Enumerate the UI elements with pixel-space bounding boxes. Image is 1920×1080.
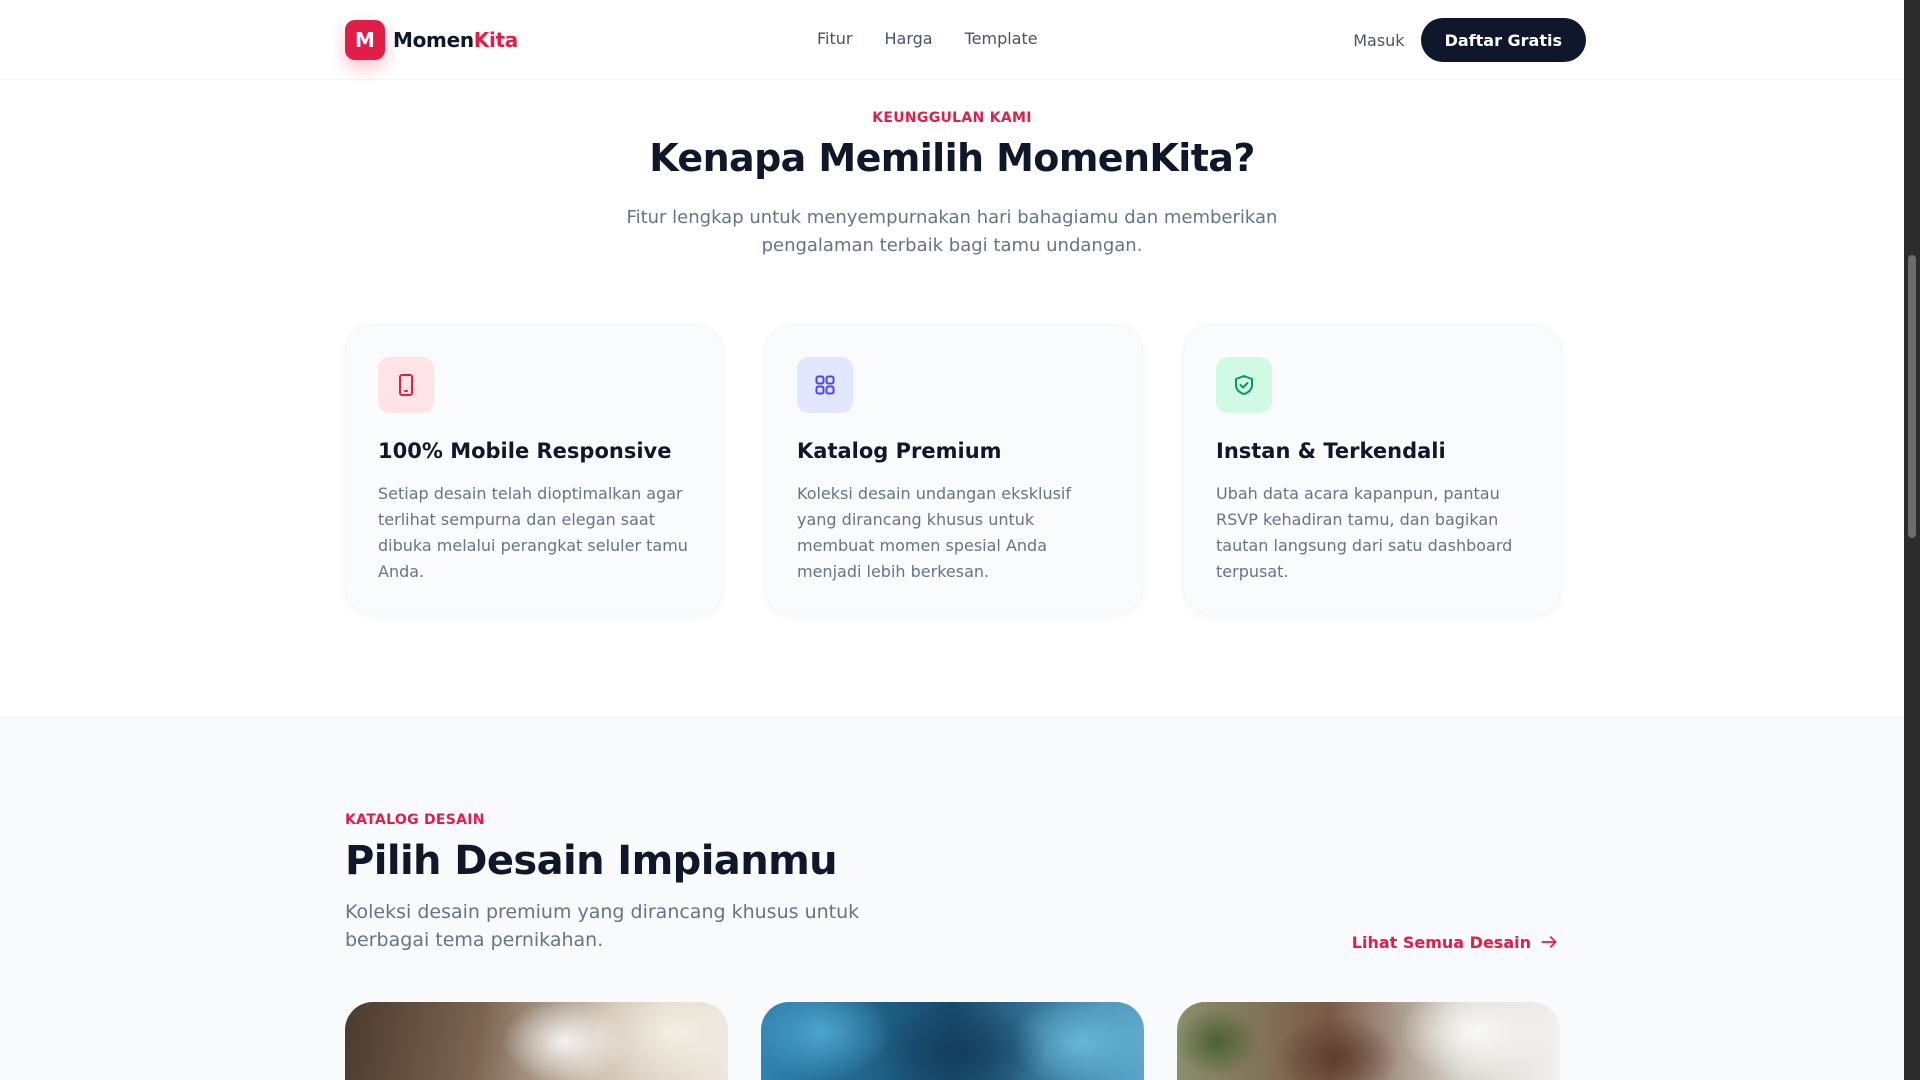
smartphone-icon — [378, 357, 434, 413]
nav-links: Fitur Harga Template — [817, 29, 1038, 48]
navbar: M MomenKita Fitur Harga Template Masuk D… — [0, 0, 1904, 80]
features-title: Kenapa Memilih MomenKita? — [649, 136, 1255, 180]
brand-name-part2: Kita — [473, 28, 519, 52]
design-card-image[interactable] — [1177, 1002, 1560, 1080]
nav-link-template[interactable]: Template — [965, 29, 1038, 48]
design-card-image[interactable] — [761, 1002, 1144, 1080]
shield-check-icon — [1216, 357, 1272, 413]
nav-actions: Masuk Daftar Gratis — [1353, 18, 1586, 62]
feature-card-desc: Koleksi desain undangan eksklusif yang d… — [797, 484, 1071, 581]
catalog-section: KATALOG DESAIN Pilih Desain Impianmu Kol… — [0, 716, 1904, 1080]
feature-card-catalog: Katalog Premium Koleksi desain undangan … — [764, 324, 1143, 616]
brand-logo-link[interactable]: M MomenKita — [345, 20, 518, 60]
feature-card-title: 100% Mobile Responsive — [378, 439, 672, 463]
feature-card-control: Instan & Terkendali Ubah data acara kapa… — [1183, 324, 1562, 616]
nav-link-fitur[interactable]: Fitur — [817, 29, 852, 48]
scrollbar-track[interactable] — [1904, 0, 1920, 1080]
brand-logo-icon: M — [345, 20, 385, 60]
catalog-eyebrow: KATALOG DESAIN — [345, 812, 485, 828]
feature-cards: 100% Mobile Responsive Setiap desain tel… — [345, 324, 1562, 616]
scrollbar-thumb[interactable] — [1908, 255, 1916, 538]
feature-card-desc: Setiap desain telah dioptimalkan agar te… — [378, 484, 688, 581]
catalog-title: Pilih Desain Impianmu — [345, 838, 838, 884]
grid-icon — [797, 357, 853, 413]
brand-name: MomenKita — [393, 28, 518, 52]
features-section: KEUNGGULAN KAMI Kenapa Memilih MomenKita… — [0, 80, 1904, 716]
features-eyebrow: KEUNGGULAN KAMI — [872, 110, 1032, 126]
design-thumbnails — [345, 1002, 1560, 1080]
feature-card-desc: Ubah data acara kapanpun, pantau RSVP ke… — [1216, 484, 1513, 581]
feature-card-title: Katalog Premium — [797, 439, 1002, 463]
arrow-right-icon — [1541, 936, 1557, 948]
nav-link-harga[interactable]: Harga — [884, 29, 932, 48]
features-subtitle: Fitur lengkap untuk menyempurnakan hari … — [626, 207, 1278, 256]
brand-name-part1: Momen — [393, 28, 474, 52]
design-card-image[interactable] — [345, 1002, 728, 1080]
catalog-subtitle: Koleksi desain premium yang dirancang kh… — [345, 901, 860, 951]
login-link[interactable]: Masuk — [1353, 31, 1404, 50]
feature-card-title: Instan & Terkendali — [1216, 439, 1446, 463]
feature-card-mobile: 100% Mobile Responsive Setiap desain tel… — [345, 324, 724, 616]
see-all-label: Lihat Semua Desain — [1351, 932, 1531, 952]
signup-button[interactable]: Daftar Gratis — [1420, 18, 1586, 62]
see-all-designs-link[interactable]: Lihat Semua Desain — [1352, 932, 1559, 952]
